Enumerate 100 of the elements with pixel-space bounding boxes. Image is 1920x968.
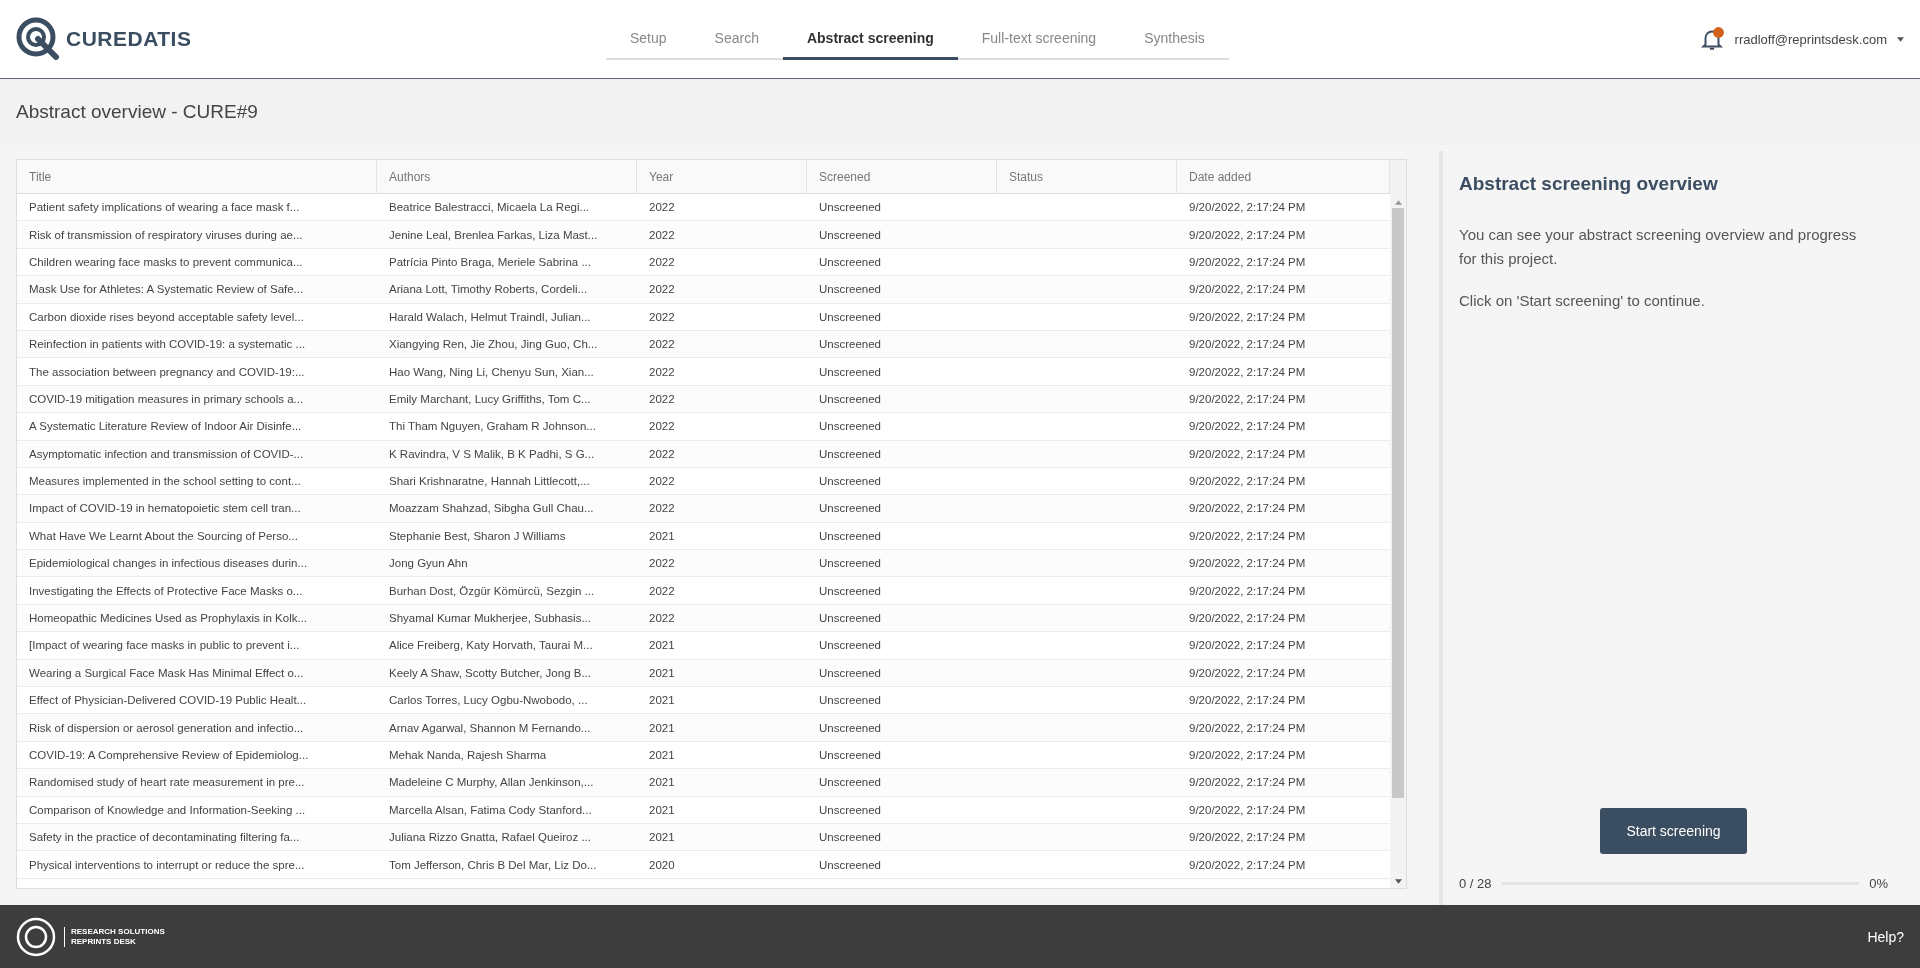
scroll-down-icon[interactable]	[1394, 879, 1402, 884]
bell-icon[interactable]	[1698, 26, 1725, 52]
screened-cell: Unscreened	[819, 858, 881, 871]
authors-cell: Mehak Nanda, Rajesh Sharma	[389, 749, 547, 761]
title-cell: COVID-19: A Comprehensive Review of Epidemiolog...	[29, 749, 309, 761]
date-cell: 9/20/2022, 2:17:24 PM	[1189, 612, 1306, 625]
screened-cell: Unscreened	[819, 201, 881, 214]
title-cell: Physical interventions to interrupt or reduce the spre...	[29, 858, 305, 871]
nav-tab[interactable]: Setup	[606, 18, 691, 60]
date-cell: 9/20/2022, 2:17:24 PM	[1189, 420, 1306, 433]
screened-cell: Unscreened	[819, 392, 881, 405]
year-cell: 2022	[649, 338, 675, 351]
help-link[interactable]: Help?	[1867, 928, 1904, 945]
year-cell: 2022	[649, 283, 675, 296]
authors-cell: Emily Marchant, Lucy Griffiths, Tom C...	[389, 392, 591, 405]
year-cell: 2022	[649, 228, 675, 241]
date-cell: 9/20/2022, 2:17:24 PM	[1189, 694, 1306, 707]
title-cell: Risk of dispersion or aerosol generation and infectio...	[29, 721, 304, 734]
authors-cell: Keely A Shaw, Scotty Butcher, Jong B...	[389, 666, 591, 679]
year-cell: 2022	[649, 420, 675, 433]
year-cell: 2020	[649, 858, 675, 871]
authors-cell: Arnav Agarwal, Shannon M Fernando...	[389, 721, 591, 734]
date-cell: 9/20/2022, 2:17:24 PM	[1189, 666, 1306, 679]
title-cell: Wearing a Surgical Face Mask Has Minimal Effect o...	[29, 666, 304, 679]
authors-cell: Jong Gyun Ahn	[389, 557, 468, 570]
scroll-up-icon[interactable]	[1394, 200, 1402, 205]
brand-text: RESEARCH SOLUTIONS	[71, 926, 165, 937]
start-screening-button[interactable]: Start screening	[1600, 808, 1747, 854]
column-header[interactable]: Authors	[377, 160, 637, 193]
authors-cell: Stephanie Best, Sharon J Williams	[389, 529, 566, 542]
screened-cell: Unscreened	[819, 612, 881, 625]
date-cell: 9/20/2022, 2:17:24 PM	[1189, 749, 1306, 761]
year-cell: 2021	[649, 666, 675, 679]
year-cell: 2022	[649, 392, 675, 405]
date-cell: 9/20/2022, 2:17:24 PM	[1189, 392, 1306, 405]
screened-cell: Unscreened	[819, 283, 881, 296]
date-cell: 9/20/2022, 2:17:24 PM	[1189, 721, 1306, 734]
year-cell: 2022	[649, 201, 675, 214]
screened-cell: Unscreened	[819, 255, 881, 268]
user-menu[interactable]: rradloff@reprintsdesk.com	[1734, 31, 1887, 47]
year-cell: 2021	[649, 639, 675, 652]
screened-cell: Unscreened	[819, 365, 881, 378]
nav-tab[interactable]: Search	[690, 18, 783, 60]
date-cell: 9/20/2022, 2:17:24 PM	[1189, 584, 1306, 597]
panel-text: You can see your abstract screening overview and progress for this project.	[1459, 225, 1858, 269]
authors-cell: Juliana Rizzo Gnatta, Rafael Queiroz ...	[389, 831, 591, 844]
authors-cell: Hao Wang, Ning Li, Chenyu Sun, Xian...	[389, 365, 594, 378]
brand-text: REPRINTS DESK	[71, 936, 137, 947]
authors-cell: Ariana Lott, Timothy Roberts, Cordeli...	[389, 283, 588, 296]
title-cell: Impact of COVID-19 in hematopoietic stem cell tran...	[29, 502, 301, 515]
date-cell: 9/20/2022, 2:17:24 PM	[1189, 228, 1306, 241]
date-cell: 9/20/2022, 2:17:24 PM	[1189, 310, 1306, 323]
title-cell: Patient safety implications of wearing a face mask f...	[29, 201, 300, 214]
date-cell: 9/20/2022, 2:17:24 PM	[1189, 338, 1306, 351]
panel-text: Click on 'Start screening' to continue.	[1459, 291, 1706, 311]
screened-cell: Unscreened	[819, 776, 881, 789]
year-cell: 2022	[649, 612, 675, 625]
date-cell: 9/20/2022, 2:17:24 PM	[1189, 502, 1306, 515]
caret-icon[interactable]	[1897, 36, 1904, 42]
screened-cell: Unscreened	[819, 228, 881, 241]
year-cell: 2021	[649, 749, 675, 761]
nav-tab[interactable]: Abstract screening	[782, 18, 958, 60]
nav-tab[interactable]: Synthesis	[1120, 18, 1229, 60]
screened-cell: Unscreened	[819, 475, 881, 488]
screened-cell: Unscreened	[819, 639, 881, 652]
column-header[interactable]: Screened	[807, 160, 997, 193]
logo-icon	[16, 916, 56, 957]
progress-percent: 0%	[1869, 876, 1888, 891]
title-cell: [Impact of wearing face masks in public to prevent i...	[29, 639, 300, 652]
authors-cell: Madeleine C Murphy, Allan Jenkinson,...	[389, 776, 594, 789]
year-cell: 2022	[649, 475, 675, 488]
date-cell: 9/20/2022, 2:17:24 PM	[1189, 639, 1306, 652]
title-cell: The association between pregnancy and COVID-19:...	[29, 365, 305, 378]
screened-cell: Unscreened	[819, 694, 881, 707]
date-cell: 9/20/2022, 2:17:24 PM	[1189, 475, 1306, 488]
screened-cell: Unscreened	[819, 749, 881, 761]
title-cell: Mask Use for Athletes: A Systematic Review of Safe...	[29, 283, 304, 296]
nav-tab[interactable]: Full-text screening	[957, 18, 1121, 60]
authors-cell: Alice Freiberg, Katy Horvath, Taurai M...	[389, 639, 593, 652]
date-cell: 9/20/2022, 2:17:24 PM	[1189, 529, 1306, 542]
logo-text: CUREDATIS	[66, 27, 192, 51]
year-cell: 2022	[649, 584, 675, 597]
date-cell: 9/20/2022, 2:17:24 PM	[1189, 557, 1306, 570]
date-cell: 9/20/2022, 2:17:24 PM	[1189, 776, 1306, 789]
date-cell: 9/20/2022, 2:17:24 PM	[1189, 858, 1306, 871]
date-cell: 9/20/2022, 2:17:24 PM	[1189, 255, 1306, 268]
year-cell: 2022	[649, 502, 675, 515]
scrollbar[interactable]	[1390, 160, 1406, 888]
column-header[interactable]: Year	[637, 160, 807, 193]
column-header[interactable]: Status	[997, 160, 1177, 193]
title-cell: Carbon dioxide rises beyond acceptable safety level...	[29, 310, 304, 323]
screened-cell: Unscreened	[819, 338, 881, 351]
screened-cell: Unscreened	[819, 803, 881, 816]
title-cell: What Have We Learnt About the Sourcing of Perso...	[29, 529, 298, 542]
screened-cell: Unscreened	[819, 502, 881, 515]
column-header[interactable]: Title	[17, 160, 377, 193]
authors-cell: Shari Krishnaratne, Hannah Littlecott,...	[389, 475, 590, 488]
title-cell: Randomised study of heart rate measurement in pre...	[29, 776, 305, 789]
panel-title: Abstract screening overview	[1459, 173, 1719, 195]
year-cell: 2022	[649, 255, 675, 268]
